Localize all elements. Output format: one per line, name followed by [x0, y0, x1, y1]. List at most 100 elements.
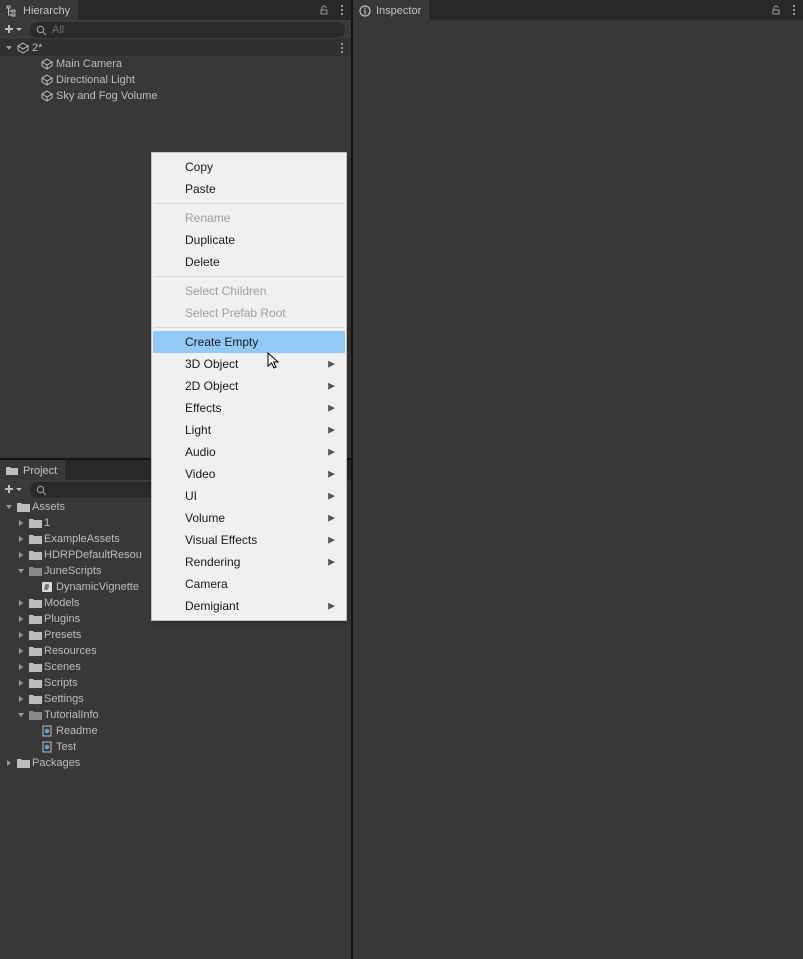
menu-item-label: Audio — [185, 445, 216, 459]
inspector-tab[interactable]: Inspector — [353, 0, 429, 20]
file-row[interactable]: Test — [0, 739, 351, 755]
foldout-icon[interactable] — [16, 646, 26, 656]
foldout-icon[interactable] — [16, 694, 26, 704]
gameobject-row[interactable]: Sky and Fog Volume — [0, 88, 351, 104]
foldout-icon[interactable] — [4, 43, 14, 53]
foldout-icon[interactable] — [16, 710, 26, 720]
menu-item[interactable]: 3D Object▶ — [153, 353, 345, 375]
chevron-right-icon: ▶ — [328, 601, 335, 612]
folder-row[interactable]: Packages — [0, 755, 351, 771]
menu-item[interactable]: Copy — [153, 156, 345, 178]
chevron-right-icon: ▶ — [328, 535, 335, 546]
chevron-right-icon: ▶ — [328, 447, 335, 458]
project-tab-label: Project — [23, 465, 57, 477]
menu-item[interactable]: Audio ▶ — [153, 441, 345, 463]
menu-separator — [154, 203, 344, 204]
foldout-icon[interactable] — [4, 758, 14, 768]
menu-item[interactable]: Create Empty — [153, 331, 345, 353]
hierarchy-search-input[interactable] — [52, 24, 339, 36]
folder-label: TutorialInfo — [44, 709, 99, 721]
menu-item-label: Paste — [185, 182, 216, 196]
create-button[interactable] — [2, 482, 24, 499]
gameobject-icon — [40, 89, 54, 103]
menu-item-label: Camera — [185, 577, 228, 591]
inspector-panel: Inspector — [353, 0, 803, 959]
scene-row[interactable]: 2* — [0, 39, 351, 56]
create-button[interactable] — [2, 22, 24, 39]
folder-icon — [28, 692, 42, 706]
foldout-icon[interactable] — [16, 614, 26, 624]
inspector-menu-button[interactable] — [785, 0, 803, 20]
file-label: Readme — [56, 725, 98, 737]
menu-item[interactable]: Paste — [153, 178, 345, 200]
search-icon — [36, 25, 47, 36]
chevron-right-icon: ▶ — [328, 381, 335, 392]
foldout-icon[interactable] — [16, 598, 26, 608]
menu-item-label: Copy — [185, 160, 213, 174]
folder-icon — [6, 466, 18, 476]
menu-item[interactable]: Video▶ — [153, 463, 345, 485]
foldout-icon[interactable] — [16, 678, 26, 688]
menu-item[interactable]: 2D Object ▶ — [153, 375, 345, 397]
chevron-right-icon: ▶ — [328, 557, 335, 568]
kebab-icon[interactable] — [341, 42, 343, 54]
menu-item[interactable]: Rendering▶ — [153, 551, 345, 573]
folder-label: Settings — [44, 693, 84, 705]
folder-label: Presets — [44, 629, 81, 641]
folder-icon — [28, 708, 42, 722]
chevron-right-icon: ▶ — [328, 425, 335, 436]
menu-item: Select Prefab Root — [153, 302, 345, 324]
foldout-icon[interactable] — [16, 630, 26, 640]
folder-row[interactable]: Settings — [0, 691, 351, 707]
menu-item-label: UI — [185, 489, 197, 503]
menu-item: Rename — [153, 207, 345, 229]
hierarchy-menu-button[interactable] — [333, 0, 351, 20]
menu-item[interactable]: Light ▶ — [153, 419, 345, 441]
lock-icon — [771, 5, 781, 15]
menu-item[interactable]: Delete — [153, 251, 345, 273]
gameobject-icon — [40, 73, 54, 87]
menu-separator — [154, 327, 344, 328]
hierarchy-tab[interactable]: Hierarchy — [0, 0, 78, 20]
folder-row[interactable]: Resources — [0, 643, 351, 659]
folder-row[interactable]: Scenes — [0, 659, 351, 675]
foldout-icon[interactable] — [16, 518, 26, 528]
foldout-icon[interactable] — [16, 534, 26, 544]
folder-icon — [16, 500, 30, 514]
menu-item[interactable]: Demigiant▶ — [153, 595, 345, 617]
menu-item-label: 2D Object — [185, 379, 238, 393]
script-icon: # — [40, 580, 54, 594]
hierarchy-search[interactable] — [30, 22, 345, 38]
lock-icon — [319, 5, 329, 15]
kebab-icon — [793, 4, 795, 16]
hierarchy-lock-button[interactable] — [315, 0, 333, 20]
folder-icon — [28, 532, 42, 546]
file-row[interactable]: Readme — [0, 723, 351, 739]
chevron-right-icon: ▶ — [328, 359, 335, 370]
gameobject-row[interactable]: Directional Light — [0, 72, 351, 88]
folder-row[interactable]: Scripts — [0, 675, 351, 691]
folder-row[interactable]: Presets — [0, 627, 351, 643]
menu-item[interactable]: Duplicate — [153, 229, 345, 251]
foldout-icon[interactable] — [16, 550, 26, 560]
menu-item[interactable]: UI▶ — [153, 485, 345, 507]
folder-row[interactable]: TutorialInfo — [0, 707, 351, 723]
menu-item[interactable]: Visual Effects▶ — [153, 529, 345, 551]
foldout-icon[interactable] — [16, 662, 26, 672]
foldout-icon[interactable] — [16, 566, 26, 576]
inspector-lock-button[interactable] — [767, 0, 785, 20]
menu-item-label: Light — [185, 423, 211, 437]
hierarchy-icon — [6, 5, 18, 17]
menu-item[interactable]: Camera — [153, 573, 345, 595]
gameobject-row[interactable]: Main Camera — [0, 56, 351, 72]
menu-item-label: Create Empty — [185, 335, 258, 349]
folder-label: Scenes — [44, 661, 81, 673]
menu-item[interactable]: Volume▶ — [153, 507, 345, 529]
folder-label: ExampleAssets — [44, 533, 120, 545]
project-tab[interactable]: Project — [0, 460, 65, 480]
foldout-icon[interactable] — [4, 502, 14, 512]
gameobject-label: Sky and Fog Volume — [56, 90, 158, 102]
folder-label: Models — [44, 597, 79, 609]
info-icon — [359, 5, 371, 17]
menu-item[interactable]: Effects▶ — [153, 397, 345, 419]
